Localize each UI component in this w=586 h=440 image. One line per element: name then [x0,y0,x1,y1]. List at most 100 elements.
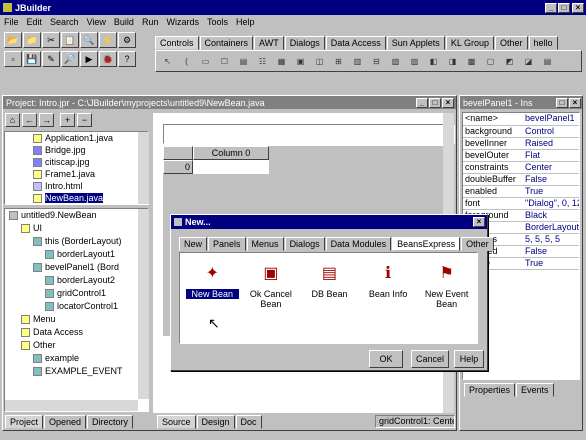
property-row[interactable]: font "Dialog", 0, 12 [463,197,579,210]
palette-component-icon[interactable]: ◩ [500,53,519,69]
tree-node[interactable]: this (BorderLayout) [5,235,148,248]
property-row[interactable]: bevelOuter Flat [463,149,579,162]
menu-wizards[interactable]: Wizards [166,17,199,29]
file-item[interactable]: Application1.java [5,132,148,144]
forward-icon[interactable]: → [39,113,54,127]
remove-file-icon[interactable]: − [77,113,92,127]
new-icon[interactable]: ▫ [4,51,22,67]
palette-component-icon[interactable]: ( [177,53,196,69]
bean-item[interactable]: ✦ New Bean [186,263,239,309]
dialog-tab-menus[interactable]: Menus [246,237,284,251]
help-button[interactable]: Help [454,350,484,368]
palette-tab-sun-applets[interactable]: Sun Applets [386,36,445,50]
tree-node[interactable]: borderLayout1 [5,248,148,261]
editor-tab-doc[interactable]: Doc [235,415,262,429]
palette-tab-data-access[interactable]: Data Access [325,36,386,50]
tree-node[interactable]: Other [5,339,148,352]
menu-help[interactable]: Help [236,17,255,29]
help-icon[interactable]: ? [118,51,136,67]
property-value[interactable]: bevelPanel1 [523,113,579,126]
tree-node[interactable]: gridControl1 [5,287,148,300]
home-icon[interactable]: ⌂ [5,113,20,127]
dialog-tab-new[interactable]: New [179,237,208,251]
palette-component-icon[interactable]: ▭ [196,53,215,69]
palette-component-icon[interactable]: ▢ [481,53,500,69]
inspector-tab-properties[interactable]: Properties [464,383,516,397]
make-icon[interactable]: ⚡ [99,32,117,48]
build-icon[interactable]: ⚙ [118,32,136,48]
project-tab-project[interactable]: Project [5,415,44,429]
property-value[interactable]: False [523,245,579,258]
menu-file[interactable]: File [4,17,19,29]
palette-component-icon[interactable]: ⊞ [329,53,348,69]
project-minimize-button[interactable]: _ [416,97,428,108]
property-value[interactable]: Black [523,209,579,222]
property-value[interactable]: Center [523,161,579,174]
tree-node[interactable]: example [5,352,148,365]
project-maximize-button[interactable]: □ [429,97,441,108]
property-value[interactable]: BorderLayout [523,221,579,234]
palette-tab-controls[interactable]: Controls [155,36,199,50]
property-value[interactable]: 5, 5, 5, 5 [523,233,579,246]
locator-control[interactable] [163,124,455,144]
palette-component-icon[interactable]: ▨ [405,53,424,69]
tree-node[interactable]: EXAMPLE_EVENT [5,365,148,378]
tree-node[interactable]: Data Access [5,326,148,339]
palette-component-icon[interactable]: ☷ [253,53,272,69]
palette-tab-hello[interactable]: hello [528,36,558,50]
menu-edit[interactable]: Edit [27,17,43,29]
ok-button[interactable]: OK [369,350,403,368]
palette-component-icon[interactable]: ☐ [215,53,234,69]
dialog-tab-beansexpress[interactable]: BeansExpress [392,237,461,251]
menu-tools[interactable]: Tools [207,17,228,29]
close-button[interactable]: × [572,2,584,13]
dialog-tab-panels[interactable]: Panels [208,237,246,251]
palette-component-icon[interactable]: ◪ [519,53,538,69]
property-value[interactable]: True [523,185,579,198]
inspector-close-button[interactable]: × [569,97,581,108]
file-list[interactable]: Application1.java Bridge.jpg citiscap.jpg F… [4,131,149,205]
palette-tab-awt[interactable]: AWT [254,36,284,50]
file-list-scrollbar[interactable] [138,132,149,204]
dialog-close-button[interactable]: × [473,217,485,227]
menu-build[interactable]: Build [114,17,134,29]
property-row[interactable]: doubleBuffer False [463,173,579,186]
tree-node[interactable]: borderLayout2 [5,274,148,287]
tree-node[interactable]: UI [5,222,148,235]
palette-component-icon[interactable]: ▥ [348,53,367,69]
palette-tab-kl-group[interactable]: KL Group [445,36,495,50]
palette-component-icon[interactable]: ◨ [443,53,462,69]
palette-component-icon[interactable]: ◫ [310,53,329,69]
palette-component-icon[interactable]: ▤ [538,53,557,69]
property-value[interactable]: Control [523,125,579,138]
file-item[interactable]: Frame1.java [5,168,148,180]
palette-component-icon[interactable]: ⊟ [367,53,386,69]
grid-column-header[interactable]: Column 0 [193,146,269,160]
bean-item[interactable]: ▤ DB Bean [303,263,356,309]
paste-icon[interactable]: 📋 [61,32,79,48]
property-value[interactable]: Raised [523,137,579,150]
palette-component-icon[interactable]: ▦ [272,53,291,69]
bean-item[interactable]: ⚑ New Event Bean [420,263,473,310]
reopen-icon[interactable]: 📁 [23,32,41,48]
dialog-tab-dialogs[interactable]: Dialogs [284,237,325,251]
open-icon[interactable]: 📂 [4,32,22,48]
palette-component-icon[interactable]: ▩ [462,53,481,69]
property-row[interactable]: background Control [463,125,579,138]
palette-component-icon[interactable]: ▤ [234,53,253,69]
property-value[interactable]: True [523,257,579,270]
project-tab-opened[interactable]: Opened [44,415,87,429]
edit-icon[interactable]: ✎ [42,51,60,67]
menu-view[interactable]: View [87,17,106,29]
add-file-icon[interactable]: + [60,113,75,127]
maximize-button[interactable]: □ [558,2,570,13]
menu-search[interactable]: Search [50,17,79,29]
property-row[interactable]: bevelInner Raised [463,137,579,150]
save-icon[interactable]: 💾 [23,51,41,67]
grid-row-header[interactable]: 0 [163,160,193,174]
property-row[interactable]: <name> bevelPanel1 [463,113,579,126]
tree-node[interactable]: untitled9.NewBean [5,209,148,222]
search-icon[interactable]: 🔎 [61,51,79,67]
grid-cell[interactable] [193,160,269,174]
structure-vscrollbar[interactable] [138,209,149,399]
